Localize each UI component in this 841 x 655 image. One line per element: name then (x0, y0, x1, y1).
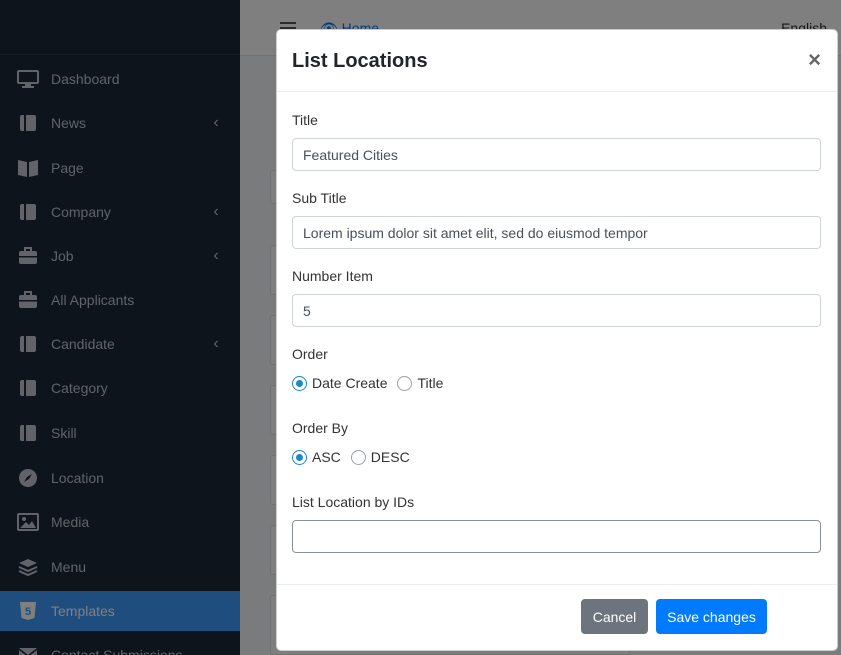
subtitle-label: Sub Title (292, 190, 347, 206)
modal-title: List Locations (292, 50, 428, 72)
title-input[interactable]: Featured Cities (292, 138, 821, 171)
order-radio-title[interactable] (397, 375, 413, 391)
order-by-radio-asc[interactable] (292, 449, 307, 465)
location-ids-input[interactable] (292, 520, 821, 553)
order-by-radio-group: ASC DESC (292, 449, 420, 465)
title-label: Title (292, 112, 318, 128)
modal-footer: Cancel Save changes (277, 584, 837, 650)
subtitle-input[interactable]: Lorem ipsum dolor sit amet elit, sed do … (292, 216, 821, 249)
order-option-label: Title (417, 375, 444, 391)
order-by-label: Order By (292, 420, 349, 436)
location-ids-label: List Location by IDs (292, 494, 415, 510)
number-item-input[interactable]: 5 (292, 294, 821, 327)
order-option-label: Date Create (312, 375, 388, 391)
cancel-button[interactable]: Cancel (581, 599, 648, 634)
save-changes-button[interactable]: Save changes (656, 599, 767, 634)
list-locations-modal: List Locations × Title Featured Cities S… (276, 29, 838, 651)
order-radio-group: Date Create Title (292, 375, 453, 391)
order-by-option-label: DESC (370, 449, 410, 465)
order-by-radio-desc[interactable] (350, 449, 366, 465)
order-label: Order (292, 346, 328, 362)
close-icon[interactable]: × (808, 48, 821, 72)
number-item-label: Number Item (292, 268, 373, 284)
modal-header: List Locations × (277, 30, 837, 92)
order-radio-date-create[interactable] (292, 375, 307, 391)
order-by-option-label: ASC (312, 449, 341, 465)
